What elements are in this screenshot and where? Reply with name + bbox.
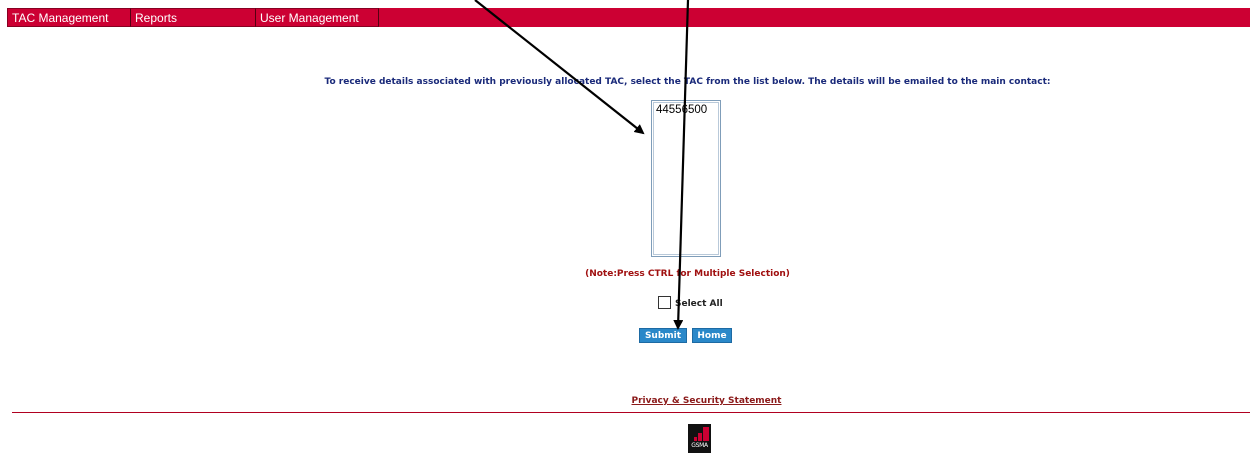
multiple-selection-note: (Note:Press CTRL for Multiple Selection) — [585, 269, 790, 279]
select-all-checkbox[interactable] — [658, 296, 671, 309]
home-button[interactable]: Home — [692, 328, 732, 343]
footer-divider — [12, 412, 1250, 413]
submit-button[interactable]: Submit — [639, 328, 687, 343]
privacy-security-link[interactable]: Privacy & Security Statement — [0, 396, 1250, 406]
logo-bar-1 — [694, 437, 697, 441]
list-inner-border — [653, 102, 719, 255]
select-all-label: Select All — [675, 299, 723, 309]
tac-select-list[interactable]: 44556500 — [651, 100, 721, 257]
logo-bar-2 — [698, 433, 702, 441]
logo-bar-3 — [703, 427, 709, 441]
menu-item-user-management[interactable]: User Management — [256, 8, 379, 27]
logo-text: GSMA — [691, 442, 708, 449]
menu-item-tac-management[interactable]: TAC Management — [7, 8, 131, 27]
annotation-arrows — [474, 0, 690, 330]
tac-option[interactable]: 44556500 — [656, 104, 707, 116]
gsma-logo: GSMA — [688, 424, 711, 453]
instruction-text: To receive details associated with previ… — [324, 77, 1051, 87]
menu-item-reports[interactable]: Reports — [131, 8, 256, 27]
